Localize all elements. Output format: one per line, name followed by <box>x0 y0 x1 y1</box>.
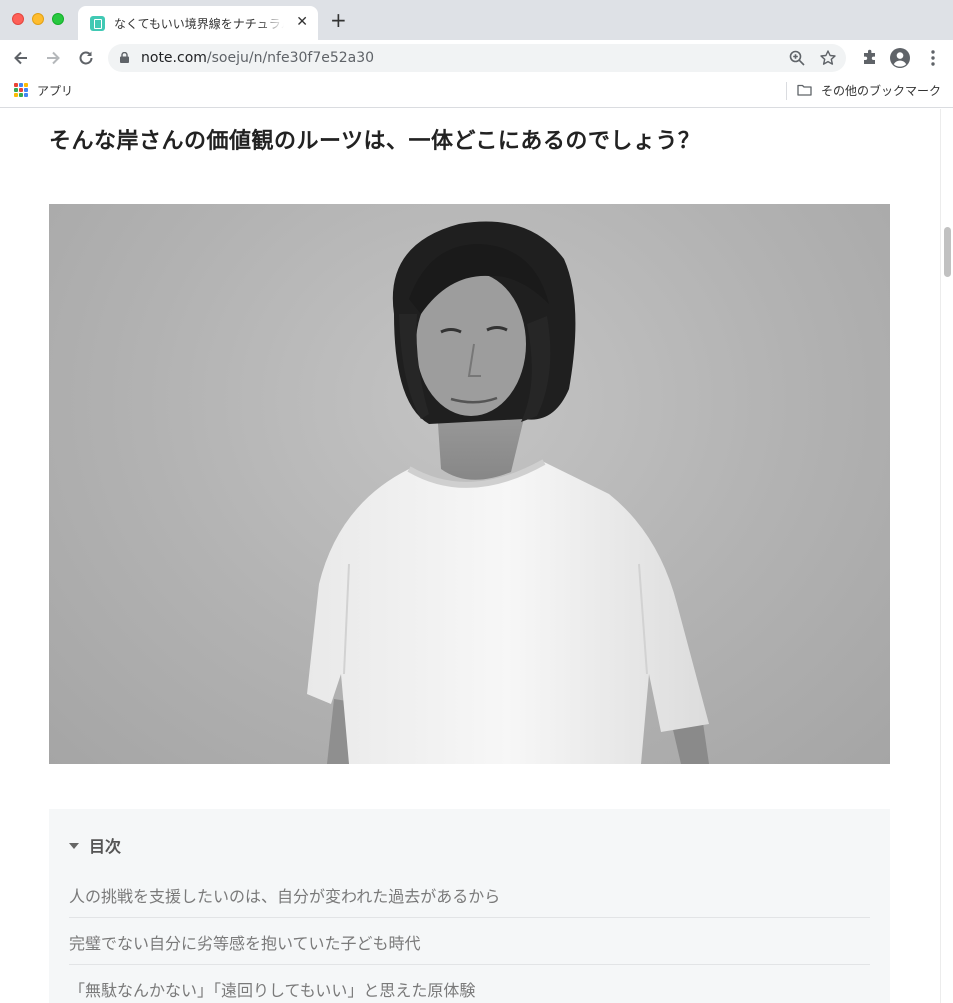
address-bar[interactable]: note.com/soeju/n/nfe30f7e52a30 <box>108 44 846 72</box>
toc-item[interactable]: 「無駄なんかない」「遠回りしてもいい」と思えた原体験 <box>69 965 870 1003</box>
forward-arrow-icon[interactable] <box>44 49 62 67</box>
folder-icon[interactable] <box>797 84 812 96</box>
url-text[interactable]: note.com/soeju/n/nfe30f7e52a30 <box>141 50 374 66</box>
toc-item[interactable]: 完璧でない自分に劣等感を抱いていた子ども時代 <box>69 918 870 965</box>
lock-icon[interactable] <box>120 52 129 63</box>
page-scrollbar[interactable] <box>940 109 953 1003</box>
more-menu-icon[interactable] <box>923 48 943 68</box>
apps-grid-icon[interactable] <box>14 83 28 97</box>
toc-toggle[interactable]: 目次 <box>69 833 121 857</box>
page-viewport: そんな岸さんの価値観のルーツは、一体どこにあるのでしょう？ 目次 人の挑戦を支援… <box>0 109 940 1003</box>
caret-down-icon <box>69 843 79 849</box>
note-favicon-icon <box>90 16 105 31</box>
toc-title: 目次 <box>89 837 122 856</box>
new-tab-button[interactable]: + <box>330 10 347 30</box>
tab-close-icon[interactable]: ✕ <box>296 14 308 30</box>
reload-icon[interactable] <box>77 49 95 67</box>
bookmark-star-icon[interactable] <box>819 49 837 67</box>
browser-tab-active[interactable]: なくてもいい境界線をナチュラルに ✕ <box>78 6 318 40</box>
toc-item[interactable]: 人の挑戦を支援したいのは、自分が変われた過去があるから <box>69 871 870 918</box>
minimize-window-button[interactable] <box>32 13 44 25</box>
tab-strip: なくてもいい境界線をナチュラルに ✕ + <box>0 0 953 40</box>
toc-list: 人の挑戦を支援したいのは、自分が変われた過去があるから 完璧でない自分に劣等感を… <box>69 871 870 1003</box>
close-window-button[interactable] <box>12 13 24 25</box>
maximize-window-button[interactable] <box>52 13 64 25</box>
profile-avatar-icon[interactable] <box>890 48 910 68</box>
portrait-photo <box>49 204 890 764</box>
zoom-icon[interactable] <box>788 49 806 67</box>
section-heading: そんな岸さんの価値観のルーツは、一体どこにあるのでしょう？ <box>49 129 701 154</box>
other-bookmarks-folder[interactable]: その他のブックマーク <box>821 82 941 99</box>
bookmarks-bar: アプリ その他のブックマーク <box>0 76 953 108</box>
apps-bookmark[interactable]: アプリ <box>37 82 73 99</box>
back-arrow-icon[interactable] <box>12 49 30 67</box>
extensions-puzzle-icon[interactable] <box>860 48 880 68</box>
table-of-contents: 目次 人の挑戦を支援したいのは、自分が変われた過去があるから 完璧でない自分に劣… <box>49 809 890 1003</box>
portrait-illustration <box>307 221 709 764</box>
tab-title: なくてもいい境界線をナチュラルに <box>114 17 284 31</box>
browser-toolbar: note.com/soeju/n/nfe30f7e52a30 <box>0 40 953 76</box>
scrollbar-thumb[interactable] <box>944 227 951 277</box>
bookmarks-divider <box>786 82 787 100</box>
